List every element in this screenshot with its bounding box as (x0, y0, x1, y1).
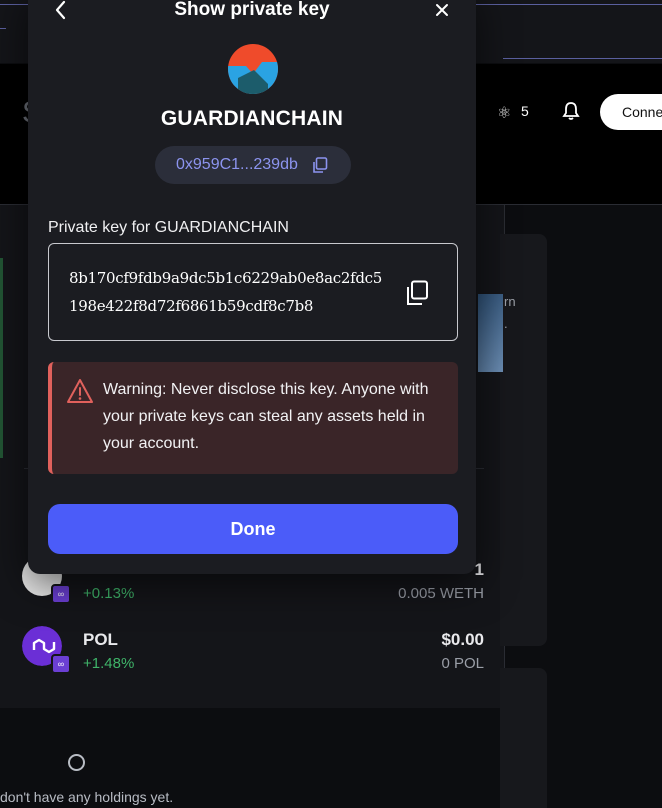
account-address: 0x959C1...239db (176, 156, 298, 173)
show-private-key-modal: Show private key GUARDIANCHAIN 0x959C1..… (28, 0, 476, 574)
copy-icon[interactable] (312, 157, 328, 173)
loading-spinner-icon (68, 754, 85, 771)
promo-text: rn (504, 294, 516, 309)
close-icon[interactable] (432, 0, 452, 20)
private-key-text[interactable]: 8b170cf9fdb9a9dc5b1c6229ab0e8ac2fdc5198e… (69, 264, 389, 320)
fox-count: 5 (521, 103, 529, 119)
modal-title: Show private key (174, 0, 330, 20)
asset-change: +0.13% (83, 585, 135, 602)
asset-amount: 0.005 WETH (398, 585, 484, 602)
private-key-box: 8b170cf9fdb9a9dc5b1c6229ab0e8ac2fdc5198e… (48, 243, 458, 341)
copy-icon[interactable] (405, 280, 429, 306)
asset-value: $0.00 (441, 630, 484, 649)
top-divider-line (0, 28, 6, 29)
account-name: GUARDIANCHAIN (160, 107, 344, 130)
asset-change: +1.48% (83, 655, 135, 672)
panel-edge (0, 258, 3, 458)
top-divider-line (503, 58, 662, 59)
asset-amount: 0 POL (441, 655, 484, 672)
warning-triangle-icon (67, 379, 93, 403)
account-avatar (228, 44, 278, 94)
warning-banner: Warning: Never disclose this key. Anyone… (48, 362, 458, 474)
done-button[interactable]: Done (48, 504, 458, 554)
address-pill[interactable]: 0x959C1...239db (155, 146, 351, 184)
chain-link-icon: ∞ (51, 654, 71, 674)
promo-text: . (504, 316, 508, 331)
connect-button[interactable]: Conne (600, 94, 662, 130)
side-card (500, 668, 547, 808)
asset-name: POL (83, 630, 118, 649)
promo-image (478, 294, 503, 372)
warning-text: Warning: Never disclose this key. Anyone… (103, 381, 429, 452)
asset-row-pol[interactable]: ∞ POL +1.48% $0.00 0 POL (22, 626, 484, 686)
private-key-label: Private key for GUARDIANCHAIN (48, 219, 289, 236)
fox-icon[interactable]: ⚛ (497, 103, 511, 123)
chain-link-icon: ∞ (51, 584, 71, 604)
bell-icon[interactable] (562, 101, 580, 121)
